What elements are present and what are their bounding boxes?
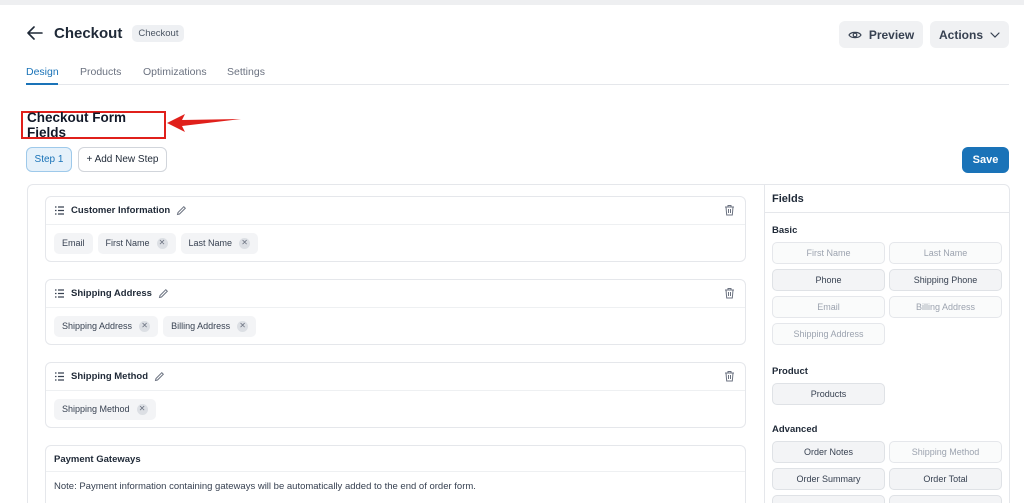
field-option-email: Email xyxy=(772,296,885,318)
active-tab-indicator xyxy=(26,83,58,85)
field-group-shipping-method: Shipping Method Shipping Method ✕ xyxy=(45,362,746,428)
payment-gateways-title: Payment Gateways xyxy=(54,454,141,465)
drag-handle-icon[interactable] xyxy=(54,206,65,215)
group-title: Shipping Method xyxy=(71,371,149,382)
field-option-shipping-address: Shipping Address xyxy=(772,323,885,345)
field-group-customer-information: Customer Information Email First Name ✕ L… xyxy=(45,196,746,262)
advanced-fields-label: Advanced xyxy=(772,424,818,435)
tab-optimizations[interactable]: Optimizations xyxy=(143,66,207,78)
tab-settings[interactable]: Settings xyxy=(227,66,265,78)
field-option-shipping-phone[interactable]: Shipping Phone xyxy=(889,269,1002,291)
actions-label: Actions xyxy=(938,27,983,42)
add-new-step-button[interactable]: + Add New Step xyxy=(78,147,167,172)
trash-icon[interactable] xyxy=(724,287,735,299)
page-title: Checkout xyxy=(54,24,123,42)
page-type-badge: Checkout xyxy=(132,24,185,42)
divider xyxy=(764,212,1010,213)
remove-icon[interactable]: ✕ xyxy=(237,320,249,332)
field-chip-shipping-address[interactable]: Shipping Address ✕ xyxy=(54,315,159,337)
remove-icon[interactable]: ✕ xyxy=(139,320,151,332)
field-chip-shipping-method[interactable]: Shipping Method ✕ xyxy=(54,398,156,420)
page-header: Checkout Checkout xyxy=(26,24,185,42)
field-chip-email[interactable]: Email xyxy=(54,232,93,254)
save-button[interactable]: Save xyxy=(962,147,1009,173)
chevron-down-icon xyxy=(990,31,1000,38)
remove-icon[interactable]: ✕ xyxy=(156,237,168,249)
field-option-billing-address: Billing Address xyxy=(889,296,1002,318)
drag-handle-icon[interactable] xyxy=(54,372,65,381)
back-arrow-icon[interactable] xyxy=(26,24,44,42)
product-fields-label: Product xyxy=(772,366,808,377)
group-title: Customer Information xyxy=(71,205,171,216)
preview-label: Preview xyxy=(868,27,915,42)
pencil-icon[interactable] xyxy=(158,288,169,299)
top-border xyxy=(0,0,1024,5)
field-option-order-notes[interactable]: Order Notes xyxy=(772,441,885,463)
remove-icon[interactable]: ✕ xyxy=(239,237,251,249)
field-option-order-total[interactable]: Order Total xyxy=(889,468,1002,490)
fields-panel-title: Fields xyxy=(772,193,804,205)
basic-fields-label: Basic xyxy=(772,225,798,236)
step-1-button[interactable]: Step 1 xyxy=(26,147,72,172)
field-option-shipping-method: Shipping Method xyxy=(889,441,1002,463)
tab-bar: Design Products Optimizations Settings xyxy=(26,60,1009,85)
trash-icon[interactable] xyxy=(724,370,735,382)
actions-dropdown[interactable]: Actions xyxy=(930,21,1009,48)
field-option-last-name: Last Name xyxy=(889,242,1002,264)
payment-gateways-section: Payment Gateways Note: Payment informati… xyxy=(45,445,746,503)
field-chip-billing-address[interactable]: Billing Address ✕ xyxy=(163,315,257,337)
remove-icon[interactable]: ✕ xyxy=(136,403,148,415)
field-option-first-name: First Name xyxy=(772,242,885,264)
preview-button[interactable]: Preview xyxy=(839,21,923,48)
field-option-more-2[interactable] xyxy=(889,495,1002,503)
field-option-products[interactable]: Products xyxy=(772,383,885,405)
trash-icon[interactable] xyxy=(724,204,735,216)
divider xyxy=(46,471,745,472)
section-title: Checkout Form Fields xyxy=(27,110,127,140)
payment-gateways-note: Note: Payment information containing gat… xyxy=(54,481,476,492)
field-chip-last-name[interactable]: Last Name ✕ xyxy=(180,232,259,254)
annotation-arrow-icon xyxy=(167,114,241,132)
field-option-more-1[interactable] xyxy=(772,495,885,503)
section-title-highlight: Checkout Form Fields xyxy=(21,110,166,140)
pencil-icon[interactable] xyxy=(154,371,165,382)
eye-icon xyxy=(848,31,862,38)
field-chip-first-name[interactable]: First Name ✕ xyxy=(97,232,176,254)
tab-products[interactable]: Products xyxy=(80,66,121,78)
field-group-shipping-address: Shipping Address Shipping Address ✕ Billi… xyxy=(45,279,746,345)
field-option-order-summary[interactable]: Order Summary xyxy=(772,468,885,490)
drag-handle-icon[interactable] xyxy=(54,289,65,298)
tab-design[interactable]: Design xyxy=(26,66,59,78)
group-title: Shipping Address xyxy=(71,288,152,299)
field-option-phone[interactable]: Phone xyxy=(772,269,885,291)
pencil-icon[interactable] xyxy=(176,205,187,216)
